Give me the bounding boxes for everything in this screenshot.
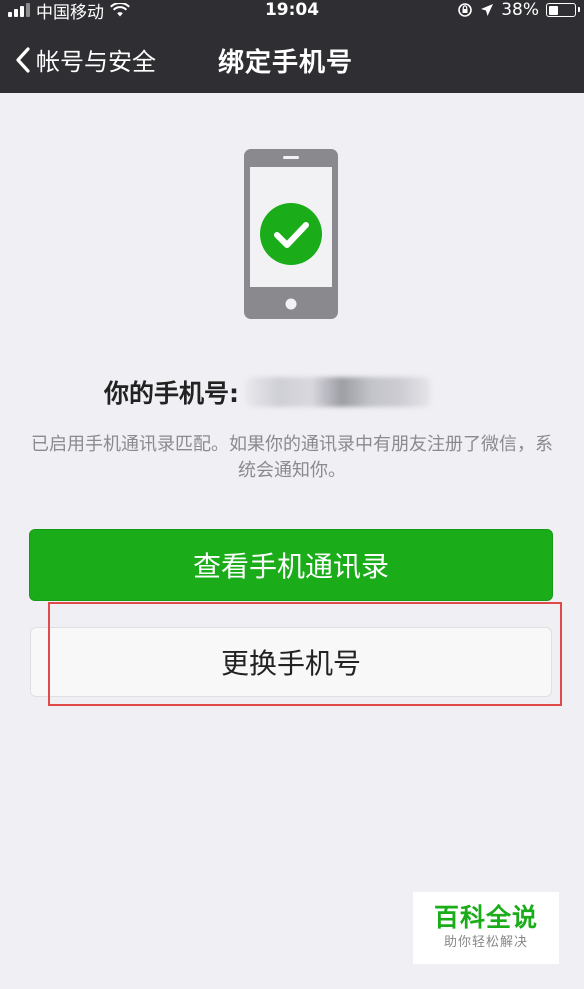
check-icon [260, 203, 322, 265]
status-right: 38% [457, 0, 580, 20]
battery-icon [546, 3, 580, 17]
back-chevron-icon [16, 46, 30, 73]
watermark-title: 百科全说 [433, 903, 538, 932]
back-label: 帐号与安全 [36, 48, 156, 76]
phone-number-label: 你的手机号: [104, 379, 239, 408]
page-title: 绑定手机号 [218, 48, 354, 78]
lock-rotation-icon [458, 3, 473, 17]
top-bar: 中国移动 19:04 38% 帐号与安全 绑定手机号 [0, 0, 584, 93]
phone-illustration-icon [244, 149, 338, 319]
back-button[interactable]: 帐号与安全 [12, 42, 156, 77]
phone-number-row: 你的手机号: [104, 374, 431, 410]
location-icon [481, 4, 494, 16]
status-bar: 中国移动 19:04 38% [0, 0, 584, 23]
change-phone-button[interactable]: 更换手机号 [30, 627, 552, 697]
contact-match-hint: 已启用手机通讯录匹配。如果你的通讯录中有朋友注册了微信，系统会通知你。 [31, 434, 553, 481]
watermark: 百科全说 助你轻松解决 [413, 892, 559, 964]
phone-number-value-blurred [245, 377, 431, 407]
battery-percent: 38% [501, 0, 539, 20]
nav-bar: 帐号与安全 绑定手机号 [0, 34, 584, 84]
watermark-subtitle: 助你轻松解决 [443, 935, 528, 950]
view-contacts-button[interactable]: 查看手机通讯录 [29, 529, 553, 601]
